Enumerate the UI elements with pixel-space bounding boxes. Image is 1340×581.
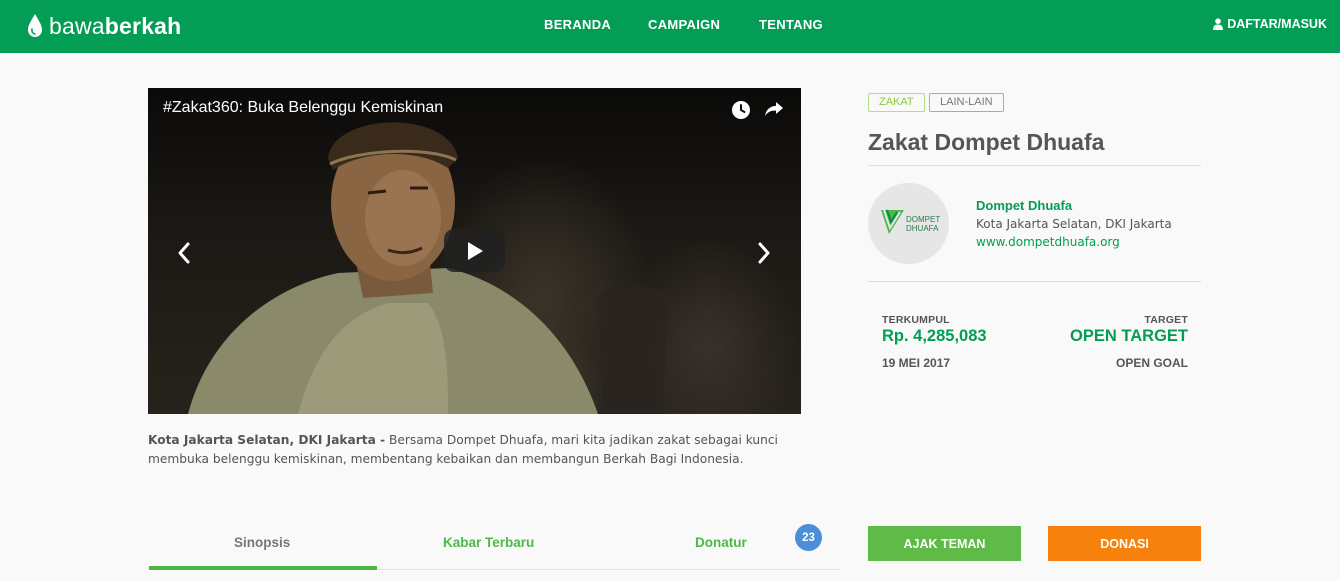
organizer-website[interactable]: www.dompetdhuafa.org	[976, 235, 1120, 249]
nav-campaign[interactable]: CAMPAIGN	[648, 17, 720, 32]
campaign-title: Zakat Dompet Dhuafa	[868, 129, 1105, 155]
logo-text-dompet: DOMPET	[906, 215, 940, 224]
dompet-dhuafa-logo: DOMPET DHUAFA	[880, 209, 940, 234]
tab-kabar-terbaru[interactable]: Kabar Terbaru	[443, 535, 534, 550]
target-label: TARGET	[1144, 314, 1188, 326]
collected-amount: Rp. 4,285,083	[882, 327, 987, 345]
divider	[868, 165, 1201, 166]
play-icon	[467, 241, 483, 260]
chevron-left-icon[interactable]	[177, 242, 191, 264]
campaign-caption: Kota Jakarta Selatan, DKI Jakarta - Bers…	[148, 431, 788, 469]
video-player[interactable]: #Zakat360: Buka Belenggu Kemiskinan	[148, 88, 801, 414]
watch-later-icon[interactable]	[731, 100, 751, 120]
video-title: #Zakat360: Buka Belenggu Kemiskinan	[163, 99, 444, 116]
share-button[interactable]: AJAK TEMAN	[868, 526, 1021, 561]
nav-tentang[interactable]: TENTANG	[759, 17, 823, 32]
organizer-location: Kota Jakarta Selatan, DKI Jakarta	[976, 217, 1172, 231]
caption-location: Kota Jakarta Selatan, DKI Jakarta -	[148, 433, 386, 447]
top-navbar: bawaberkah BERANDA CAMPAIGN TENTANG DAFT…	[0, 0, 1340, 53]
tag-lain-lain[interactable]: LAIN-LAIN	[929, 93, 1004, 112]
logo-text-dhuafa: DHUAFA	[906, 224, 939, 233]
campaign-date: 19 MEI 2017	[882, 356, 951, 370]
active-tab-indicator	[149, 566, 377, 570]
target-value: OPEN TARGET	[1070, 327, 1188, 345]
user-icon	[1213, 18, 1224, 30]
tab-sinopsis[interactable]: Sinopsis	[234, 535, 290, 550]
brand-name: bawaberkah	[49, 12, 182, 39]
login-label: DAFTAR/MASUK	[1227, 17, 1327, 31]
organizer-avatar[interactable]: DOMPET DHUAFA	[868, 183, 949, 264]
water-drop-icon	[28, 14, 42, 37]
play-button[interactable]	[444, 229, 505, 272]
tag-zakat[interactable]: ZAKAT	[868, 93, 925, 112]
organizer-name[interactable]: Dompet Dhuafa	[976, 198, 1072, 213]
chevron-right-icon[interactable]	[757, 242, 771, 264]
divider	[868, 281, 1201, 282]
login-link[interactable]: DAFTAR/MASUK	[1213, 17, 1327, 31]
brand-logo[interactable]: bawaberkah	[26, 11, 181, 41]
donate-button[interactable]: DONASI	[1048, 526, 1201, 561]
goal-value: OPEN GOAL	[1115, 356, 1188, 370]
share-arrow-icon[interactable]	[764, 100, 784, 118]
tab-donatur[interactable]: Donatur	[695, 535, 747, 550]
donatur-count-badge: 23	[795, 524, 822, 551]
collected-label: TERKUMPUL	[882, 314, 950, 326]
nav-beranda[interactable]: BERANDA	[544, 17, 611, 32]
